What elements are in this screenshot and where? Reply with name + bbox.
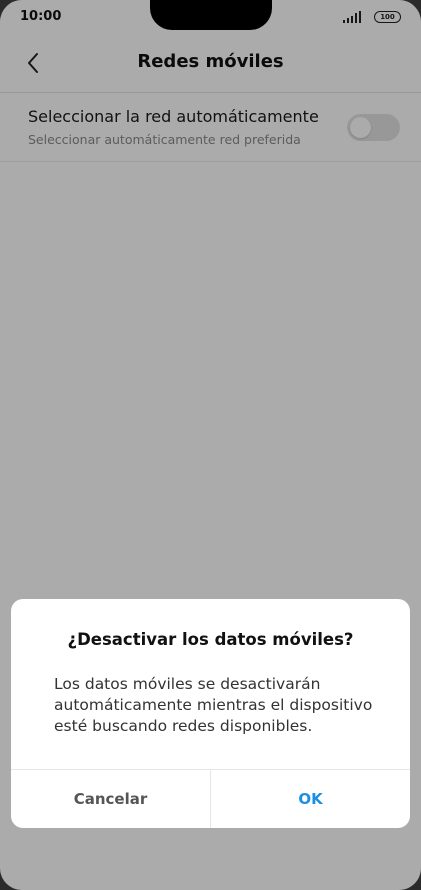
dialog-title: ¿Desactivar los datos móviles? bbox=[67, 630, 354, 649]
phone-screen: 10:00 100 Redes móviles Seleccionar la r… bbox=[0, 0, 421, 890]
ok-button[interactable]: OK bbox=[211, 770, 410, 828]
confirm-dialog: ¿Desactivar los datos móviles? Los datos… bbox=[11, 599, 410, 828]
cancel-button[interactable]: Cancelar bbox=[11, 770, 210, 828]
dialog-message: Los datos móviles se desactivarán automá… bbox=[54, 675, 373, 735]
